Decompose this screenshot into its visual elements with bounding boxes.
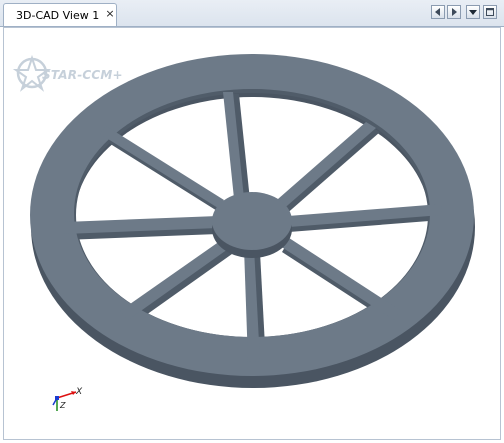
- scroll-tabs-left-button[interactable]: [431, 5, 445, 19]
- scroll-tabs-right-button[interactable]: [447, 5, 461, 19]
- view-tabbar: 3D-CAD View 1 ×: [0, 0, 504, 27]
- tab-label: 3D-CAD View 1: [16, 9, 100, 22]
- dropdown-icon: [469, 10, 477, 15]
- arrow-right-icon: [452, 8, 457, 16]
- tab-list-dropdown-button[interactable]: [466, 5, 480, 19]
- arrow-left-icon: [435, 8, 440, 16]
- tab-3d-cad-view-1[interactable]: 3D-CAD View 1 ×: [3, 3, 117, 26]
- hub-top: [212, 192, 292, 250]
- axis-z-label: Z: [60, 401, 66, 410]
- 3d-cad-viewport[interactable]: STAR-CCM+ X Z: [3, 27, 501, 440]
- maximize-button[interactable]: [483, 5, 497, 19]
- maximize-icon: [486, 8, 494, 16]
- axis-x-label: X: [76, 387, 83, 397]
- tab-close-icon[interactable]: ×: [105, 8, 115, 20]
- wheel-model[interactable]: [4, 28, 500, 439]
